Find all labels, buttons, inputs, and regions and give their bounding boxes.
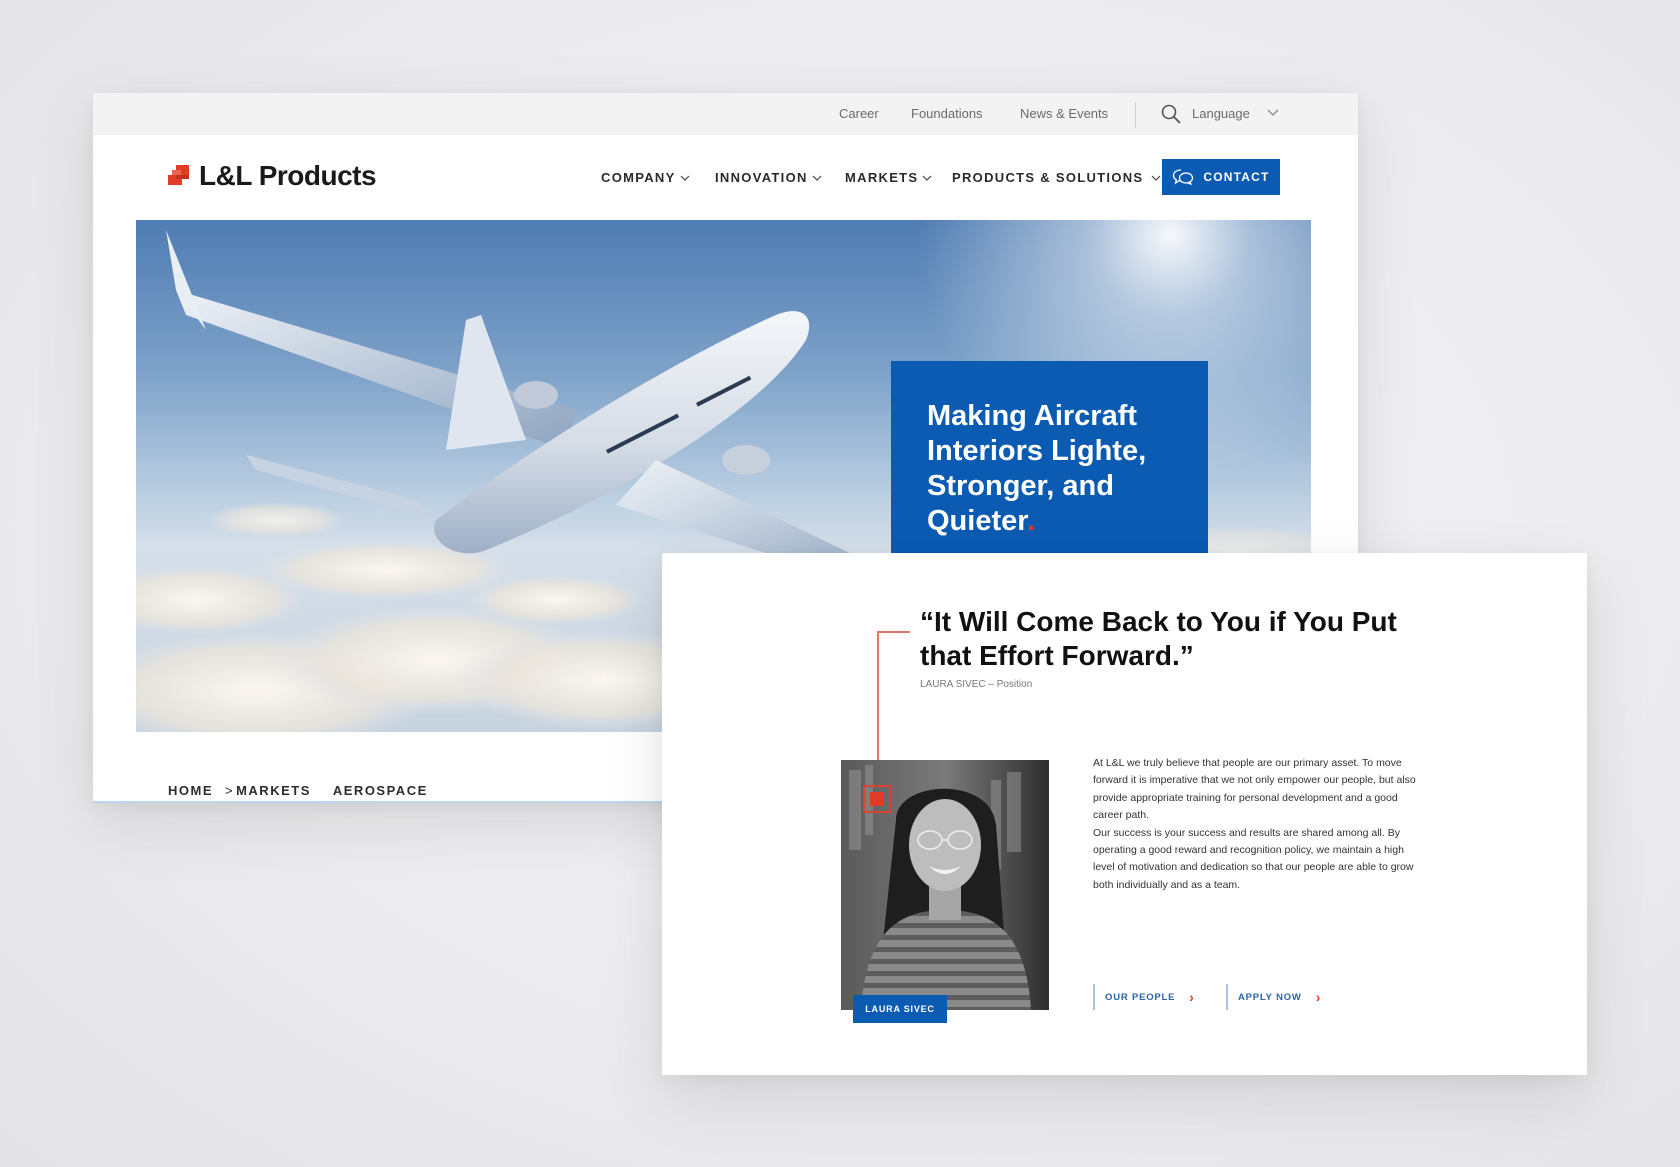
contact-label: CONTACT — [1203, 170, 1270, 184]
nav-company[interactable]: COMPANY — [601, 170, 690, 185]
chevron-down-icon — [1151, 175, 1161, 181]
utility-bar: Career Foundations News & Events Languag… — [93, 93, 1358, 135]
portrait-image — [841, 760, 1049, 1010]
paragraph: Our success is your success and results … — [1093, 826, 1414, 891]
language-selector[interactable]: Language — [1192, 106, 1250, 121]
marker-square-icon — [870, 792, 884, 806]
name-tag: LAURA SIVEC — [853, 995, 947, 1023]
hero-title: Making Aircraft Interiors Lighte, Strong… — [927, 399, 1174, 539]
people-section-card: “It Will Come Back to You if You Put tha… — [662, 553, 1587, 1075]
hero-headline-box: Making Aircraft Interiors Lighte, Strong… — [891, 361, 1208, 556]
nav-markets[interactable]: MARKETS — [845, 170, 932, 185]
breadcrumb-home[interactable]: HOME — [168, 783, 213, 798]
contact-button[interactable]: CONTACT — [1162, 159, 1280, 195]
quote-attribution: LAURA SIVEC – Position — [920, 679, 1033, 690]
nav-label: PRODUCTS & SOLUTIONS — [952, 170, 1144, 185]
our-people-link[interactable]: OUR PEOPLE › — [1093, 984, 1195, 1010]
breadcrumb-aerospace: AEROSPACE — [332, 783, 428, 798]
nav-products-solutions[interactable]: PRODUCTS & SOLUTIONS — [952, 170, 1161, 185]
airplane — [166, 230, 906, 595]
breadcrumb: HOME > MARKETS AEROSPACE — [168, 783, 428, 798]
chevron-down-icon — [680, 175, 690, 181]
accent-line — [877, 631, 910, 633]
breadcrumb-markets[interactable]: MARKETS — [236, 783, 311, 798]
breadcrumb-separator: > — [225, 783, 235, 798]
nav-label: MARKETS — [845, 170, 919, 185]
hero-title-dot: . — [1026, 505, 1035, 537]
chat-bubbles-icon — [1173, 169, 1194, 186]
nav-label: INNOVATION — [715, 170, 808, 185]
chevron-down-icon — [922, 175, 932, 181]
cta-label: OUR PEOPLE — [1105, 991, 1176, 1003]
hero-title-text: Making Aircraft Interiors Lighte, Strong… — [927, 400, 1147, 537]
quote-title: “It Will Come Back to You if You Put tha… — [920, 606, 1397, 671]
stacked-squares-logo-icon — [167, 163, 193, 189]
nav-label: COMPANY — [601, 170, 676, 185]
util-link-career[interactable]: Career — [839, 106, 879, 121]
paragraph: At L&L we truly believe that people are … — [1093, 757, 1416, 822]
chevron-right-icon: › — [1315, 989, 1322, 1005]
cta-label: APPLY NOW — [1238, 991, 1302, 1003]
nav-innovation[interactable]: INNOVATION — [715, 170, 822, 185]
chevron-right-icon: › — [1189, 989, 1195, 1005]
apply-now-link[interactable]: APPLY NOW › — [1226, 984, 1321, 1010]
people-description: At L&L we truly believe that people are … — [1093, 755, 1421, 894]
search-icon[interactable] — [1160, 103, 1182, 125]
chevron-down-icon — [812, 175, 822, 181]
logo-text: L&L Products — [199, 160, 377, 191]
util-divider — [1135, 102, 1136, 128]
util-link-foundations[interactable]: Foundations — [911, 106, 983, 121]
chevron-down-icon[interactable] — [1266, 107, 1280, 119]
util-link-news-events[interactable]: News & Events — [1020, 106, 1108, 121]
logo[interactable]: L&L Products — [167, 159, 377, 193]
